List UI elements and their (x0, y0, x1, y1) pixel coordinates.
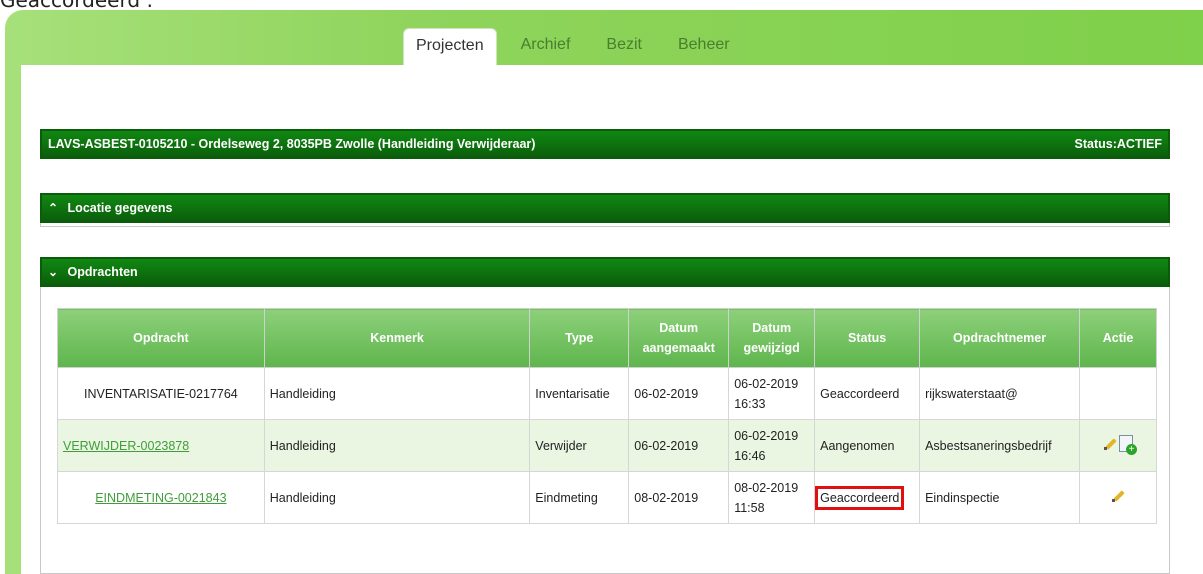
type-cell: Verwijder (529, 419, 630, 472)
opdrachtnemer-cell: Asbestsaneringsbedrijf (919, 419, 1081, 472)
status-cell: Geaccordeerd (814, 367, 921, 420)
opdracht-cell: EINDMETING-0021843 (57, 471, 265, 524)
pencil-icon[interactable] (1111, 488, 1125, 502)
opdracht-link[interactable]: VERWIJDER-0023878 (63, 439, 189, 453)
locatie-gegevens-body (40, 223, 1170, 227)
column-header-opdracht[interactable]: Opdracht (57, 308, 265, 368)
aangemaakt-cell: 08-02-2019 (628, 471, 730, 524)
opdrachten-header[interactable]: ⌄ Opdrachten (40, 257, 1170, 287)
tab-bezit[interactable]: Bezit (594, 28, 654, 66)
actie-cell (1079, 471, 1157, 524)
gewijzigd-date: 06-02-2019 (734, 428, 799, 443)
gewijzigd-cell: 06-02-2019 16:33 (728, 367, 816, 420)
kenmerk-cell: Handleiding (263, 367, 531, 420)
opdrachten-table: Opdracht Kenmerk Type Datum aangemaakt D… (57, 308, 1157, 524)
status-highlighted: Geaccordeerd (815, 485, 905, 510)
opdracht-cell: INVENTARISATIE-0217764 (57, 367, 265, 420)
opdrachten-label: Opdrachten (67, 265, 138, 279)
table-row: VERWIJDER-0023878 Handleiding Verwijder … (57, 419, 1157, 472)
table-header-row: Opdracht Kenmerk Type Datum aangemaakt D… (57, 308, 1157, 368)
gewijzigd-cell: 08-02-2019 11:58 (728, 471, 816, 524)
kenmerk-cell: Handleiding (263, 471, 531, 524)
column-header-kenmerk[interactable]: Kenmerk (263, 308, 531, 368)
opdracht-link[interactable]: EINDMETING-0021843 (95, 491, 226, 505)
type-cell: Inventarisatie (529, 367, 630, 420)
gewijzigd-time: 11:58 (734, 500, 765, 515)
status-cell: Aangenomen (814, 419, 921, 472)
project-header: LAVS-ASBEST-0105210 - Ordelseweg 2, 8035… (40, 129, 1170, 159)
column-header-datum-gewijzigd[interactable]: Datum gewijzigd (728, 308, 816, 368)
actie-cell (1079, 367, 1157, 420)
type-cell: Eindmeting (529, 471, 630, 524)
document-add-icon[interactable] (1119, 434, 1138, 455)
project-title: LAVS-ASBEST-0105210 - Ordelseweg 2, 8035… (48, 137, 536, 151)
gewijzigd-date: 08-02-2019 (734, 480, 799, 495)
table-row: EINDMETING-0021843 Handleiding Eindmetin… (57, 471, 1157, 524)
status-cell: Geaccordeerd (814, 471, 921, 524)
column-header-type[interactable]: Type (529, 308, 630, 368)
pencil-icon[interactable] (1103, 436, 1117, 451)
chevron-up-icon: ⌃ (48, 201, 59, 215)
gewijzigd-time: 16:46 (734, 448, 766, 463)
main-tabs: Projecten Archief Bezit Beheer (403, 28, 754, 66)
aangemaakt-cell: 06-02-2019 (628, 367, 730, 420)
tab-archief[interactable]: Archief (509, 28, 583, 66)
opdracht-cell: VERWIJDER-0023878 (57, 419, 265, 472)
gewijzigd-date: 06-02-2019 (734, 376, 799, 391)
column-header-opdrachtnemer[interactable]: Opdrachtnemer (919, 308, 1081, 368)
tab-projecten[interactable]: Projecten (403, 28, 497, 66)
chevron-down-icon: ⌄ (48, 265, 59, 279)
column-header-datum-aangemaakt[interactable]: Datum aangemaakt (628, 308, 730, 368)
table-row: INVENTARISATIE-0217764 Handleiding Inven… (57, 367, 1157, 420)
opdrachtnemer-cell: rijkswaterstaat@ (919, 367, 1081, 420)
gewijzigd-time: 16:33 (734, 396, 766, 411)
locatie-gegevens-header[interactable]: ⌃ Locatie gegevens (40, 193, 1170, 223)
column-header-status[interactable]: Status (814, 308, 921, 368)
actie-cell (1079, 419, 1157, 472)
aangemaakt-cell: 06-02-2019 (628, 419, 730, 472)
kenmerk-cell: Handleiding (263, 419, 531, 472)
opdrachtnemer-cell: Eindinspectie (919, 471, 1081, 524)
gewijzigd-cell: 06-02-2019 16:46 (728, 419, 816, 472)
column-header-actie: Actie (1079, 308, 1157, 368)
locatie-gegevens-label: Locatie gegevens (67, 201, 173, 215)
project-status: Status:ACTIEF (1074, 137, 1163, 151)
tab-beheer[interactable]: Beheer (666, 28, 742, 66)
